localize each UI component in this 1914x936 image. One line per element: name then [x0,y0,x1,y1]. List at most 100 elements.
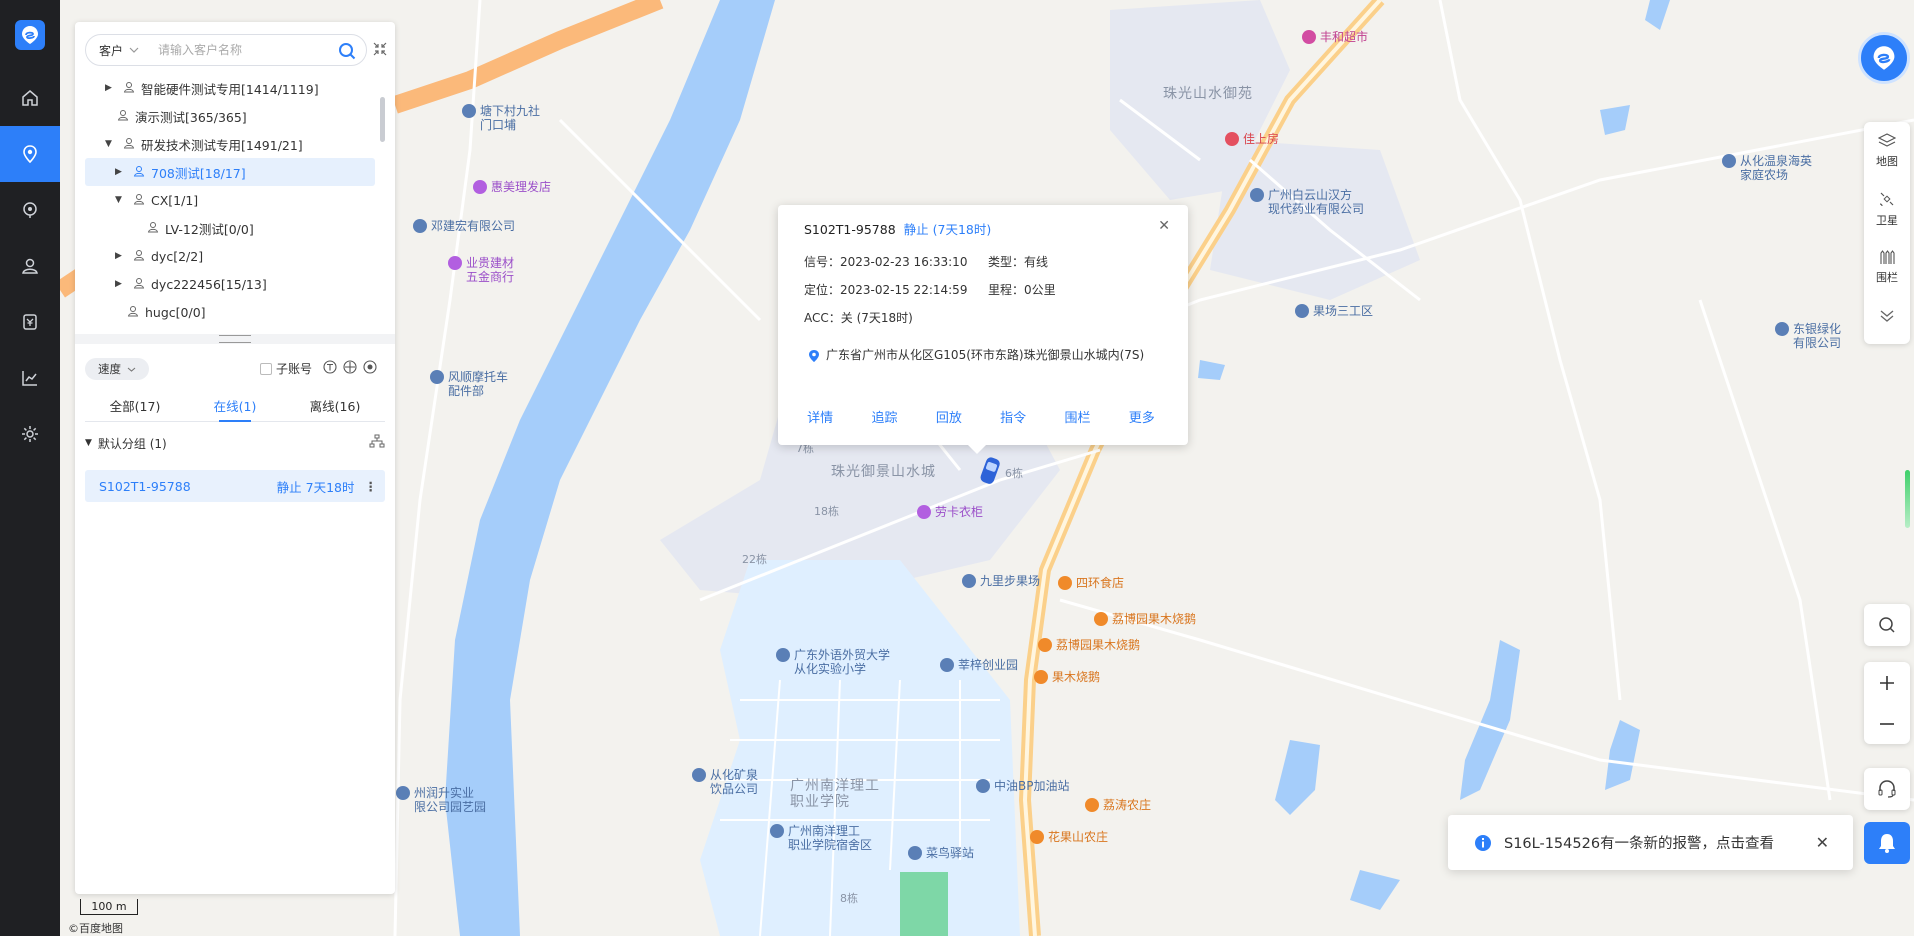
map-poi[interactable]: 广东外语外贸大学 从化实验小学 [776,648,890,676]
map-poi[interactable]: 中油BP加油站 [976,779,1069,793]
map-poi[interactable]: 果场三工区 [1295,304,1373,318]
collapse-icon[interactable] [373,42,387,60]
resize-handle[interactable] [219,335,251,343]
map-poi[interactable]: 佳上房 [1225,132,1279,146]
layer-map[interactable]: 地图 [1864,122,1910,180]
device-info-popup: S102T1-95788 静止 (7天18时) ✕ 信号：2023-02-23 … [778,205,1188,454]
user-group-icon [123,81,135,96]
tree-node-label: dyc[2/2] [151,248,204,264]
map-poi[interactable]: 业贵建材 五金商行 [448,256,514,284]
device-list-item[interactable]: S102T1-95788 静止 7天18时 ⋮ [85,470,385,502]
customer-tree: ▶ 智能硬件测试专用[1414/1119] 演示测试[365/365] ▼ 研发技术测试… [85,74,375,344]
crosshair-icon[interactable] [343,360,357,378]
tree-node[interactable]: LV-12测试[0/0] [85,214,375,242]
caret-right-icon[interactable]: ▶ [115,251,127,261]
poi-label: 业贵建材 五金商行 [466,256,515,284]
caret-right-icon[interactable]: ▶ [115,167,127,177]
nav-reports[interactable] [0,350,60,406]
map-poi[interactable]: 丰和超市 [1302,30,1368,44]
tree-node[interactable]: 演示测试[365/365] [85,102,375,130]
close-icon[interactable]: ✕ [1816,833,1829,852]
tab-offline[interactable]: 离线(16) [285,392,385,421]
popup-address-text: 广东省广州市从化区G105(环市东路)珠光御景山水城内(7S) [826,348,1145,362]
map-poi[interactable]: 荔博园果木烧鹅 [1038,638,1140,652]
layer-expand[interactable] [1864,296,1910,336]
popup-action-more[interactable]: 更多 [1110,407,1174,426]
nav-home[interactable] [0,70,60,126]
nav-location[interactable] [0,126,60,182]
map-poi[interactable]: 菜鸟驿站 [908,846,974,860]
map-poi[interactable]: 州润升实业 限公司园艺园 [396,786,486,814]
tree-node[interactable]: ▶ dyc222456[15/13] [85,270,375,298]
double-chevron-down-icon [1880,310,1894,322]
layer-satellite[interactable]: 卫星 [1864,180,1910,238]
map-poi[interactable]: 从化矿泉 饮品公司 [692,768,758,796]
tree-node[interactable]: ▶ 708测试[18/17] [85,158,375,186]
layer-fence[interactable]: 围栏 [1864,238,1910,296]
map-poi[interactable]: 惠美理发店 [473,180,551,194]
nav-finance[interactable] [0,294,60,350]
zoom-out-button[interactable] [1864,703,1910,744]
close-icon[interactable]: ✕ [1158,218,1170,234]
zoom-in-button[interactable] [1864,662,1910,703]
nav-users[interactable] [0,238,60,294]
map-poi[interactable]: 莘梓创业园 [940,658,1018,672]
map-poi[interactable]: 果木烧鹅 [1034,670,1100,684]
map-scale: 100 m [80,899,138,915]
caret-down-icon[interactable]: ▼ [105,139,117,149]
map-scroll-indicator[interactable] [1905,470,1910,528]
map-poi[interactable]: 邓建宏有限公司 [413,219,515,233]
map-poi[interactable]: 塘下村九社 门口埔 [462,104,540,132]
sub-account-checkbox[interactable] [260,362,272,375]
popup-action-fence[interactable]: 围栏 [1045,407,1109,426]
tree-scrollbar[interactable] [380,97,385,142]
search-type-label: 客户 [99,43,124,58]
map-poi[interactable]: 荔博园果木烧鹅 [1094,612,1196,626]
target-icon[interactable] [363,360,377,378]
caret-right-icon[interactable]: ▶ [115,279,127,289]
nav-track[interactable] [0,182,60,238]
popup-action-track[interactable]: 追踪 [852,407,916,426]
caret-down-icon[interactable]: ▼ [115,195,127,205]
popup-action-command[interactable]: 指令 [981,407,1045,426]
search-icon[interactable] [338,42,356,64]
tree-node-label: hugc[0/0] [145,304,206,320]
customer-service-button[interactable] [1864,768,1910,810]
popup-action-details[interactable]: 详情 [788,407,852,426]
map-search-button[interactable] [1864,604,1910,646]
map-poi[interactable]: 劳卡衣柜 [917,505,983,519]
map-poi[interactable]: 东银绿化 有限公司 [1775,322,1841,350]
map-poi[interactable]: 花果山农庄 [1030,830,1108,844]
group-tree-icon[interactable] [369,434,385,451]
text-filter-icon[interactable] [323,360,337,378]
poi-marker-icon [770,824,784,838]
map-poi[interactable]: 广州南洋理工 职业学院宿舍区 [770,824,872,852]
tab-online[interactable]: 在线(1) [185,392,285,422]
map-poi[interactable]: 四环食店 [1058,576,1124,590]
poi-label: 佳上房 [1243,132,1280,146]
map-poi[interactable]: 广州白云山汉方 现代药业有限公司 [1250,188,1364,216]
map-poi[interactable]: 荔涛农庄 [1085,798,1151,812]
popup-mileage: 里程：0公里 [988,283,1056,297]
tree-node[interactable]: ▼ 研发技术测试专用[1491/21] [85,130,375,158]
sub-account-toggle[interactable]: 子账号 [260,360,312,377]
popup-action-playback[interactable]: 回放 [917,407,981,426]
alarm-bell-button[interactable] [1864,822,1910,864]
tree-node[interactable]: ▶ 智能硬件测试专用[1414/1119] [85,74,375,102]
tree-node[interactable]: ▼ CX[1/1] [85,186,375,214]
tab-all[interactable]: 全部(17) [85,392,185,421]
alarm-notification[interactable]: S16L-154526有一条新的报警，点击查看 ✕ [1448,815,1853,870]
tree-node[interactable]: hugc[0/0] [85,298,375,326]
map-poi[interactable]: 九里步果场 [962,574,1040,588]
device-group[interactable]: ▼ 默认分组 (1) [85,432,385,454]
map-poi[interactable]: 风顺摩托车 配件部 [430,370,508,398]
nav-settings[interactable] [0,406,60,462]
caret-right-icon[interactable]: ▶ [105,83,117,93]
search-type-select[interactable]: 客户 [86,42,158,59]
tree-node[interactable]: ▶ dyc[2/2] [85,242,375,270]
more-vertical-icon[interactable]: ⋮ [365,479,378,494]
customer-search-input[interactable] [158,43,318,57]
map-poi[interactable]: 从化温泉海英 家庭农场 [1722,154,1812,182]
assistant-button[interactable] [1858,32,1910,84]
speed-select[interactable]: 速度 [85,358,149,380]
